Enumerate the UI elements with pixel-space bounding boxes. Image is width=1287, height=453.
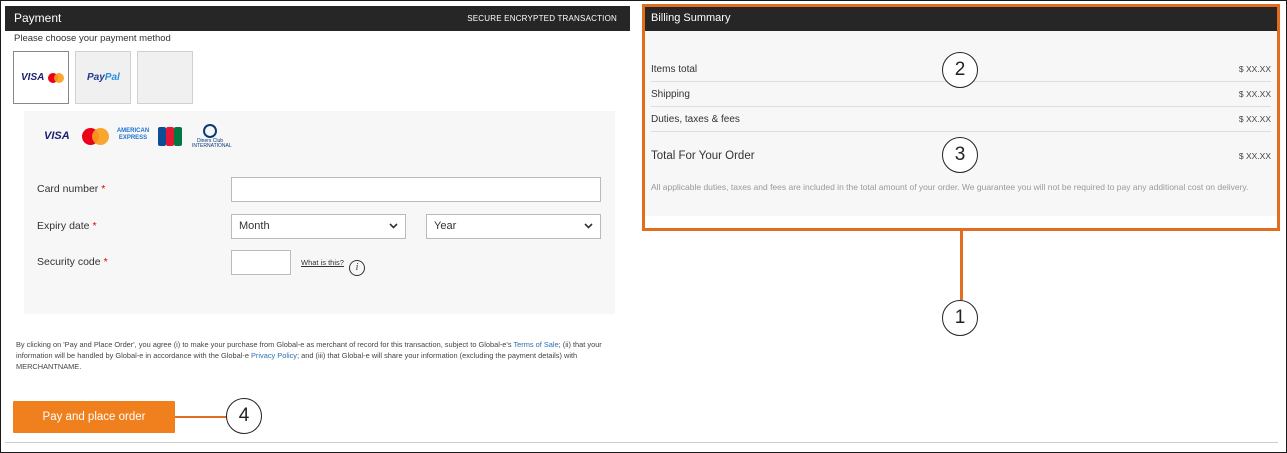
expiry-year-value: Year [434,220,457,232]
paypal-logo-pal: Pal [104,72,120,83]
card-details-panel: VISA AMERICAN EXPRESS Diners Club INTERN… [24,111,615,314]
callout-3: 3 [942,137,978,173]
callout-2: 2 [942,52,978,88]
billing-summary-highlight [642,4,1280,231]
callout-4: 4 [226,398,262,434]
expiry-month-select[interactable]: Month [231,214,406,239]
legal-disclaimer: By clicking on 'Pay and Place Order', yo… [16,340,602,371]
visa-logo-icon: VISA [44,130,70,142]
payment-header: Payment SECURE ENCRYPTED TRANSACTION [5,6,630,31]
info-icon[interactable]: i [349,260,365,276]
paypal-logo-pay: Pay [87,72,105,83]
payment-method-other[interactable] [137,51,193,104]
chevron-down-icon [584,223,593,229]
payment-method-card[interactable]: VISA [13,51,69,104]
payment-method-paypal[interactable]: PayPal [75,51,131,104]
security-code-input[interactable] [231,250,291,275]
what-is-this-link[interactable]: What is this? [301,258,344,267]
secure-transaction-label: SECURE ENCRYPTED TRANSACTION [467,14,617,23]
bottom-divider [5,442,1278,443]
mastercard-circle-orange-icon [54,73,64,83]
amex-logo-icon: AMERICAN EXPRESS [116,128,150,141]
card-number-label: Card number * [37,183,106,195]
callout-1-leader [960,231,963,300]
pay-and-place-order-button[interactable]: Pay and place order [13,401,175,433]
expiry-month-value: Month [239,220,270,232]
card-number-input[interactable] [231,177,601,202]
security-code-label: Security code * [37,256,108,268]
payment-title: Payment [14,11,62,25]
mastercard-logo-icon [82,128,109,146]
choose-method-label: Please choose your payment method [14,33,171,44]
visa-logo: VISA [21,72,45,83]
chevron-down-icon [389,223,398,229]
diners-club-text: Diners Club INTERNATIONAL [192,138,232,149]
terms-of-sale-link[interactable]: Terms of Sale [513,340,558,349]
jcb-logo-icon [158,127,182,146]
privacy-policy-link[interactable]: Privacy Policy [251,351,297,360]
callout-4-leader [175,416,227,418]
callout-1: 1 [942,300,978,336]
expiry-date-label: Expiry date * [37,220,97,232]
paypal-logo: PayPal [87,72,120,83]
diners-club-logo-icon: Diners Club INTERNATIONAL [192,124,232,150]
expiry-year-select[interactable]: Year [426,214,601,239]
